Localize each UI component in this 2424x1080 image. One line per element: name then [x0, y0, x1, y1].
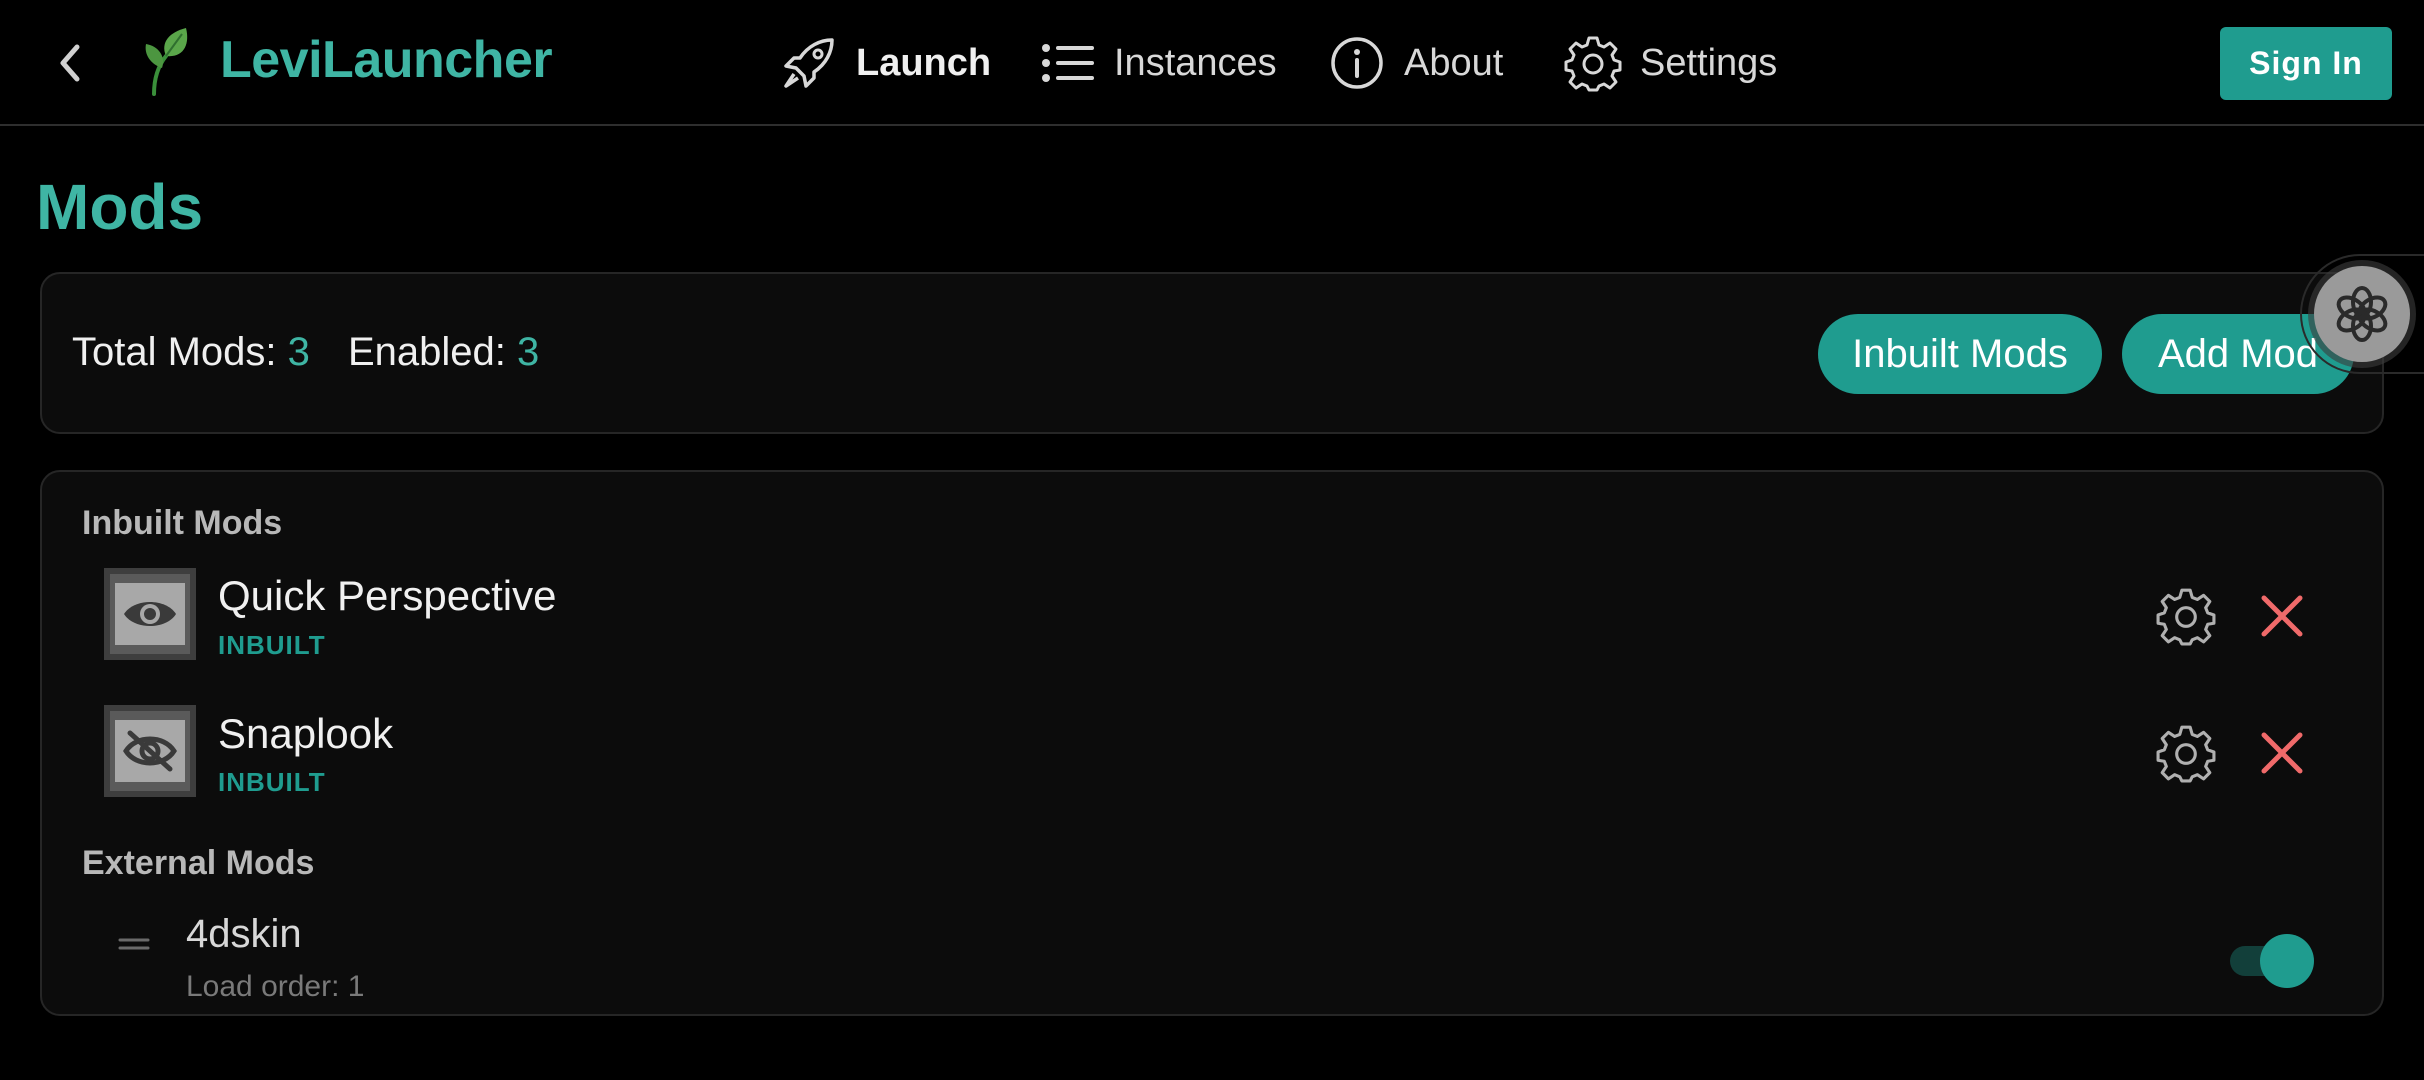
total-mods-value: 3 [287, 330, 310, 374]
drag-handle-icon[interactable] [118, 936, 150, 952]
mods-list-card: Inbuilt Mods Quick Perspective INBUILT S… [40, 470, 2384, 1016]
external-mods-heading: External Mods [82, 844, 315, 882]
info-icon [1328, 34, 1386, 92]
nav-settings[interactable]: Settings [1564, 28, 1777, 98]
mod-settings-button[interactable] [2154, 721, 2218, 785]
nav-launch[interactable]: Launch [780, 28, 991, 98]
mod-name: Snaplook [218, 710, 394, 757]
sign-in-button[interactable]: Sign In [2220, 27, 2392, 100]
total-mods-label: Total Mods: [72, 330, 277, 374]
enabled-mods-label: Enabled: [348, 330, 506, 374]
snaplook-thumbnail [104, 705, 196, 797]
mod-remove-button[interactable] [2250, 721, 2314, 785]
mod-tag: INBUILT [218, 630, 326, 660]
app-title: LeviLauncher [220, 31, 553, 89]
enabled-mods-stat: Enabled: 3 [348, 330, 539, 375]
nav-instances[interactable]: Instances [1038, 28, 1277, 98]
nav-settings-label: Settings [1640, 41, 1778, 84]
mods-summary-card: Total Mods: 3 Enabled: 3 Inbuilt Mods Ad… [40, 272, 2384, 434]
quick-perspective-thumbnail [104, 568, 196, 660]
mod-name: Quick Perspective [218, 572, 557, 619]
external-mod-name: 4dskin [186, 912, 302, 956]
nav-about-label: About [1404, 41, 1504, 84]
close-icon [2261, 732, 2303, 774]
gear-icon [1564, 34, 1622, 92]
nav-launch-label: Launch [856, 41, 992, 84]
assistant-knot-icon [2336, 286, 2388, 342]
eye-icon [124, 602, 176, 626]
total-mods-stat: Total Mods: 3 [72, 330, 310, 375]
nav-instances-label: Instances [1114, 41, 1277, 84]
top-bar: LeviLauncher Launch Instances About Sett… [0, 0, 2424, 126]
list-icon [1038, 34, 1096, 92]
chevron-left-icon [60, 44, 80, 82]
gear-icon [2156, 725, 2216, 783]
page-title: Mods [36, 171, 204, 243]
nav-about[interactable]: About [1328, 28, 1503, 98]
mod-tag: INBUILT [218, 767, 326, 797]
mod-settings-button[interactable] [2154, 584, 2218, 648]
eye-off-icon [123, 730, 177, 772]
close-icon [2261, 595, 2303, 637]
enabled-mods-value: 3 [517, 330, 540, 374]
inbuilt-mods-button[interactable]: Inbuilt Mods [1818, 314, 2102, 394]
external-mod-load-order: Load order: 1 [186, 970, 365, 1003]
external-mod-enable-toggle[interactable] [2230, 932, 2314, 988]
leaf-logo-icon [140, 26, 196, 98]
gear-icon [2156, 588, 2216, 646]
inbuilt-mods-heading: Inbuilt Mods [82, 504, 283, 542]
mod-remove-button[interactable] [2250, 584, 2314, 648]
back-button[interactable] [48, 34, 92, 92]
assistant-bubble-button[interactable] [2314, 266, 2410, 362]
rocket-icon [780, 34, 838, 92]
toggle-knob [2260, 934, 2314, 988]
